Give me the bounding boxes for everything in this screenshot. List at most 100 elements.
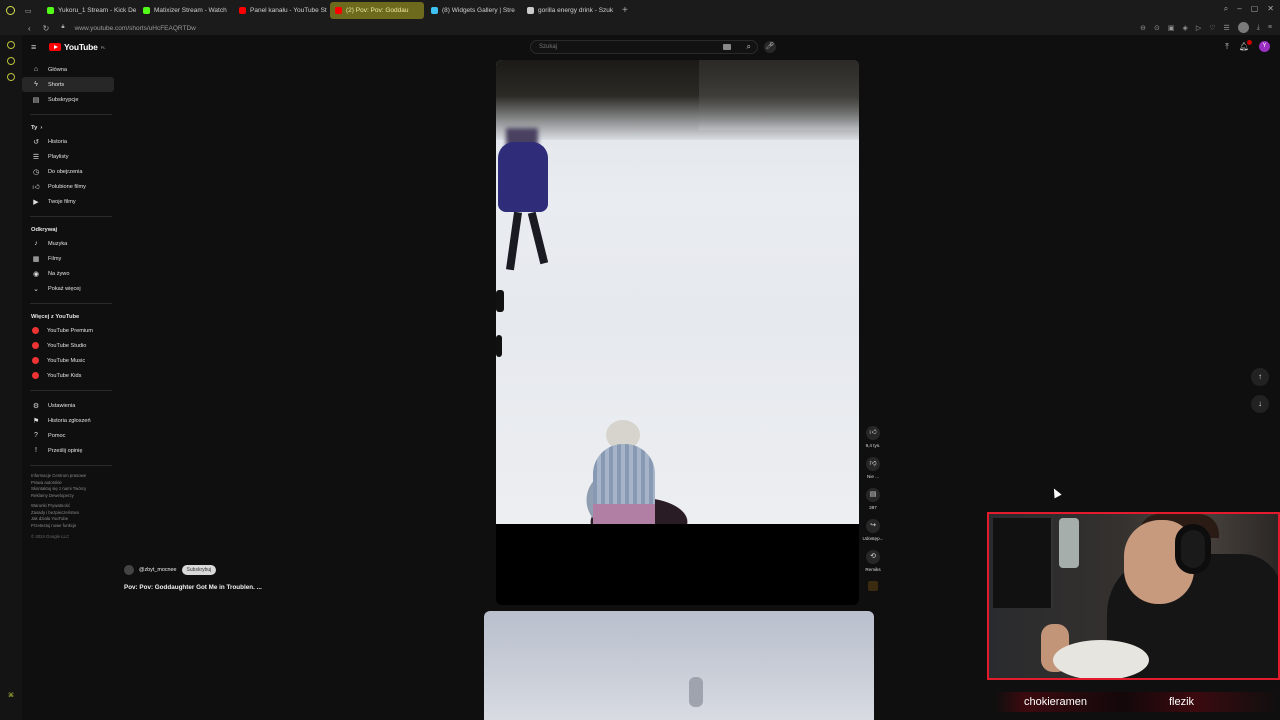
yt-masthead: ≡ YouTube PL Szukaj ⌕ 🎤︎ ⤒ 🔔︎ Y [22, 35, 1280, 59]
youtube-app-icon [32, 357, 39, 364]
keyboard-icon[interactable] [723, 44, 731, 50]
water-bottle [1059, 518, 1079, 568]
browser-tab[interactable]: gorilla energy drink - Szuk [522, 2, 616, 19]
guide-item[interactable]: YouTube Premium [22, 323, 114, 338]
child-jacket [593, 504, 655, 524]
next-short-button[interactable]: ↓ [1251, 395, 1269, 413]
dislike-button[interactable]: 👎︎ Nie ... [862, 457, 884, 479]
pin-icon[interactable]: ⊙ [1154, 24, 1160, 32]
easy-setup-icon[interactable]: ≡ [1268, 24, 1272, 31]
browser-tab[interactable]: Panel kanału - YouTube St [234, 2, 328, 19]
tab-list-icon[interactable]: ▭ [25, 7, 32, 15]
comment-icon[interactable]: ▤ [866, 488, 880, 502]
guide-item[interactable]: ▶ Twoje filmy [22, 194, 114, 209]
shorts-icon: ϟ [34, 81, 38, 88]
guide-item[interactable]: ! Prześlij opinię [22, 443, 114, 458]
upload-icon[interactable]: ⤒ [1225, 42, 1229, 52]
browser-tab[interactable]: (2) Pov: Pov: Goddau [330, 2, 424, 19]
help-icon: ? [34, 432, 38, 439]
new-tab-button[interactable]: + [622, 5, 628, 16]
guide-menu-icon[interactable]: ≡ [31, 42, 39, 52]
share-button[interactable]: ↪ Udostęp... [862, 519, 884, 541]
guide-heading-label: Ty [31, 125, 38, 131]
extension-icon[interactable]: ◈ [1182, 24, 1187, 32]
search-tabs-icon[interactable]: ⌕ [1224, 4, 1228, 14]
person-leg-left [506, 211, 522, 271]
tab-strip: Yukoru_1 Stream - Kick De Matixizer Strea… [42, 2, 618, 19]
previous-short-button[interactable]: ↑ [1251, 368, 1269, 386]
opera-logo-icon[interactable] [6, 6, 15, 15]
share-icon[interactable]: ↪ [866, 519, 880, 533]
guide-item[interactable]: ☰ Playlisty [22, 149, 114, 164]
mic-icon[interactable]: 🎤︎ [764, 41, 776, 53]
close-icon[interactable]: ✕ [1267, 4, 1274, 14]
minimize-icon[interactable]: – [1237, 4, 1241, 14]
like-button[interactable]: 👍︎ 9,4 tys. [862, 426, 884, 448]
thumbs-up-icon[interactable]: 👍︎ [866, 426, 880, 440]
subscribe-button[interactable]: Subskrybuj [181, 565, 217, 575]
browser-tab-bar: ▭ Yukoru_1 Stream - Kick De Matixizer Str… [0, 0, 1280, 21]
sidebar-bookmark-icon[interactable] [7, 57, 15, 65]
remix-icon[interactable]: ⟲ [866, 550, 880, 564]
webcam-overlay [987, 512, 1280, 680]
guide-item[interactable]: ▤ Subskrypcje [22, 92, 114, 107]
short-video-frame[interactable] [496, 60, 859, 524]
guide-item[interactable]: ♪ Muzyka [22, 236, 114, 251]
guide-item[interactable]: YouTube Music [22, 353, 114, 368]
comments-button[interactable]: ▤ 387 [862, 488, 884, 510]
youtube-play-icon [49, 43, 61, 51]
profile-avatar[interactable] [1237, 22, 1249, 33]
guide-section-heading[interactable]: Ty › [22, 122, 114, 134]
guide-item[interactable]: ⚙ Ustawienia [22, 398, 114, 413]
guide-item[interactable]: YouTube Kids [22, 368, 114, 383]
guide-section-heading: Odkrywaj [22, 224, 114, 236]
guide-item[interactable]: ? Pomoc [22, 428, 114, 443]
search-icon[interactable]: ⌕ [747, 42, 751, 52]
browser-tab[interactable]: (8) Widgets Gallery | Stre [426, 2, 520, 19]
search-input[interactable]: Szukaj ⌕ [530, 40, 758, 54]
guide-item[interactable]: ⌂ Główna [22, 62, 114, 77]
guide-item[interactable]: 👍︎ Polubione filmy [22, 179, 114, 194]
remix-button[interactable]: ⟲ Remiks [862, 550, 884, 572]
sidebar-player-icon[interactable] [7, 73, 15, 81]
guide-item[interactable]: YouTube Studio [22, 338, 114, 353]
guide-item[interactable]: ◷ Do obejrzenia [22, 164, 114, 179]
guide-item[interactable]: ⌄ Pokaż więcej [22, 281, 114, 296]
sidebar-more-icon[interactable]: ⌘ [8, 692, 14, 699]
footer-link[interactable]: Przetestuj nowe funkcje [31, 523, 104, 530]
sound-thumbnail[interactable] [868, 581, 878, 591]
browser-tab[interactable]: Yukoru_1 Stream - Kick De [42, 2, 136, 19]
zoom-icon[interactable]: ⊖ [1140, 24, 1146, 32]
player-icon[interactable]: ▷ [1196, 24, 1201, 32]
next-short-preview[interactable] [484, 611, 874, 720]
guide-item[interactable]: ⚑ Historia zgłoszeń [22, 413, 114, 428]
guide-item[interactable]: ↺ Historia [22, 134, 114, 149]
streamer-name-1: chokieramen [1024, 696, 1087, 708]
guide-item[interactable]: ϟ Shorts [22, 77, 114, 92]
heart-icon[interactable]: ♡ [1209, 24, 1215, 32]
guide-item[interactable]: ▦ Filmy [22, 251, 114, 266]
url-field[interactable]: www.youtube.com/shorts/uHcFEAQRTDw [75, 25, 196, 32]
guide-item[interactable]: ◉ Na żywo [22, 266, 114, 281]
shorts-player[interactable] [496, 60, 859, 605]
channel-name[interactable]: @zbyt_mocnee [139, 567, 177, 573]
youtube-logo[interactable]: YouTube PL [49, 42, 106, 52]
menu-icon[interactable]: ☰ [1224, 24, 1230, 32]
channel-avatar[interactable] [124, 565, 134, 575]
guide-footer-links: Informacje Centrum prasowe Prawa autorski… [22, 473, 104, 529]
snapshot-icon[interactable]: ▣ [1168, 24, 1175, 32]
snow-track [689, 677, 703, 707]
forest-background-right [699, 60, 859, 130]
guide-item-label: Shorts [48, 81, 65, 88]
short-title[interactable]: Pov: Pov: Goddaughter Got Me in Troublen… [124, 584, 262, 591]
thumbs-down-icon[interactable]: 👎︎ [866, 457, 880, 471]
notifications-icon[interactable]: 🔔︎ [1239, 40, 1253, 51]
account-avatar[interactable]: Y [1259, 41, 1270, 52]
reload-icon[interactable]: ↻ [43, 24, 50, 33]
browser-tab[interactable]: Matixizer Stream - Watch [138, 2, 232, 19]
sidebar-speed-dial-icon[interactable] [7, 41, 15, 49]
maximize-icon[interactable]: ▢ [1251, 4, 1259, 14]
back-icon[interactable]: ‹ [28, 24, 31, 33]
download-icon[interactable]: ⤓ [1257, 24, 1260, 32]
tab-label: (8) Widgets Gallery | Stre [442, 7, 515, 14]
